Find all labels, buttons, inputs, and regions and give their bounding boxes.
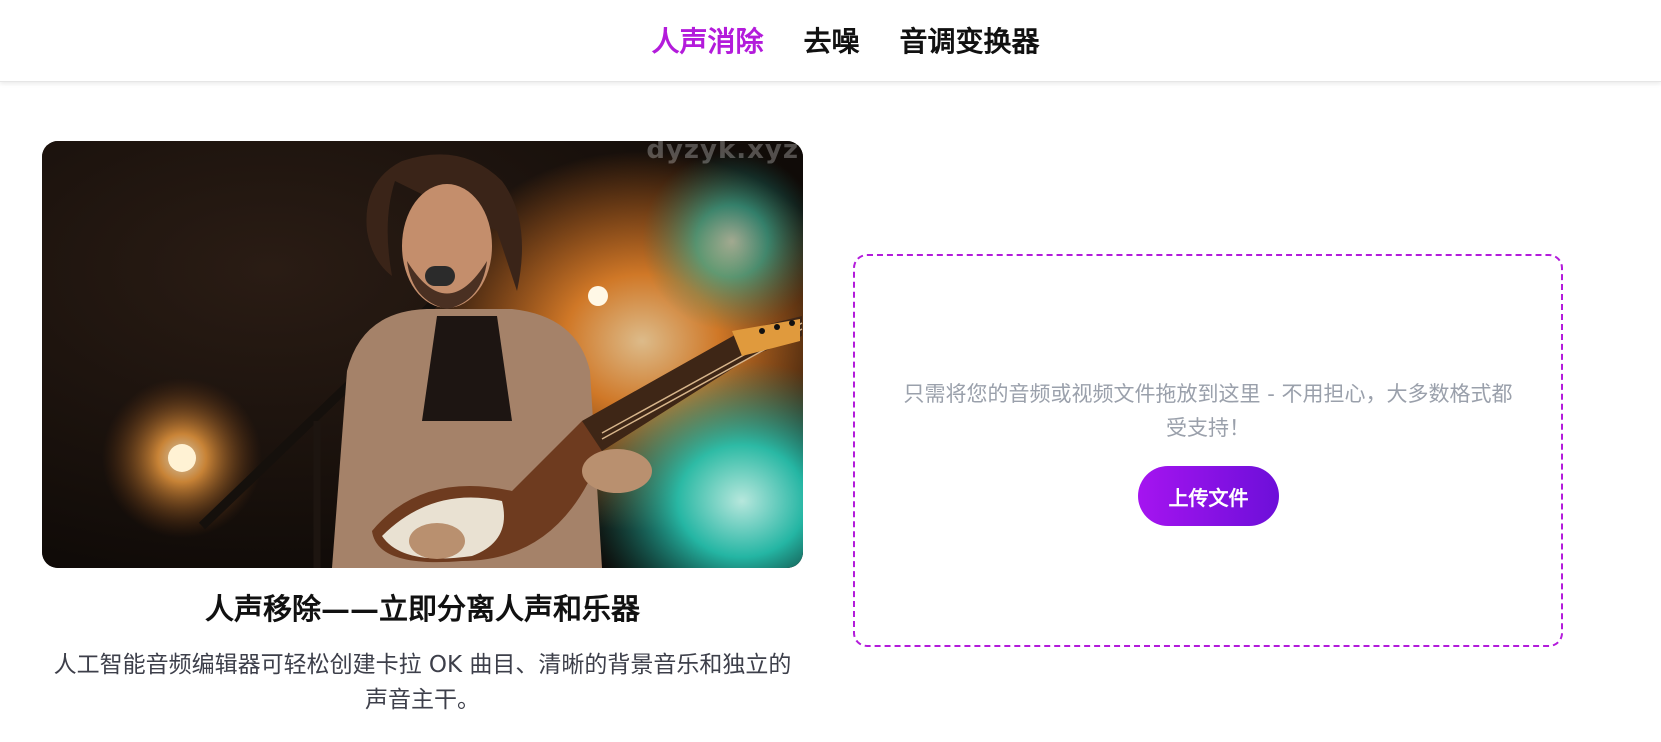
nav-vocal-removal-link[interactable]: 人声消除 (651, 20, 763, 60)
hero-description: 人工智能音频编辑器可轻松创建卡拉 OK 曲目、清晰的背景音乐和独立的声音主干。 (53, 652, 792, 713)
nav-links: 人声消除 去噪 音调变换器 (0, 0, 1661, 80)
singer-guitar-illustration (42, 141, 803, 568)
nav-denoise-link[interactable]: 去噪 (803, 20, 859, 60)
top-navigation: 人声消除 去噪 音调变换器 (0, 0, 1661, 82)
watermark-text: dyzyk.xyz (646, 141, 799, 165)
upload-file-button[interactable]: 上传文件 (1138, 466, 1279, 526)
upload-hint-text: 只需将您的音频或视频文件拖放到这里 - 不用担心，大多数格式都受支持！ (903, 382, 1513, 440)
hero-title: 人声移除——立即分离人声和乐器 (204, 592, 640, 626)
nav-pitch-changer-link[interactable]: 音调变换器 (900, 20, 1040, 60)
upload-dropzone[interactable]: 只需将您的音频或视频文件拖放到这里 - 不用担心，大多数格式都受支持！ 上传文件 (853, 254, 1563, 647)
hero-image: dyzyk.xyz (42, 141, 803, 568)
